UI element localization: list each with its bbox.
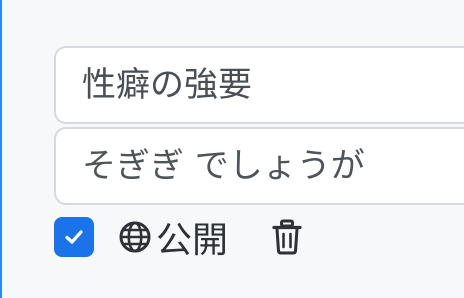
controls-row: 公開 bbox=[54, 211, 304, 263]
trash-icon bbox=[272, 219, 302, 255]
check-icon bbox=[65, 230, 83, 244]
title-input-value: 性癖の強要 bbox=[82, 65, 252, 105]
title-input[interactable]: 性癖の強要 bbox=[54, 46, 464, 124]
globe-icon bbox=[118, 220, 152, 254]
public-checkbox[interactable] bbox=[54, 217, 94, 257]
description-input[interactable]: そぎぎ でしょうが bbox=[54, 127, 464, 205]
left-edge-accent bbox=[0, 0, 2, 298]
visibility-label: 公開 bbox=[156, 220, 229, 261]
card-editor: 性癖の強要 そぎぎ でしょうが 公開 bbox=[0, 0, 464, 298]
visibility-indicator[interactable]: 公開 bbox=[118, 211, 228, 263]
delete-button[interactable] bbox=[270, 217, 304, 257]
description-input-value: そぎぎ でしょうが bbox=[82, 146, 365, 186]
